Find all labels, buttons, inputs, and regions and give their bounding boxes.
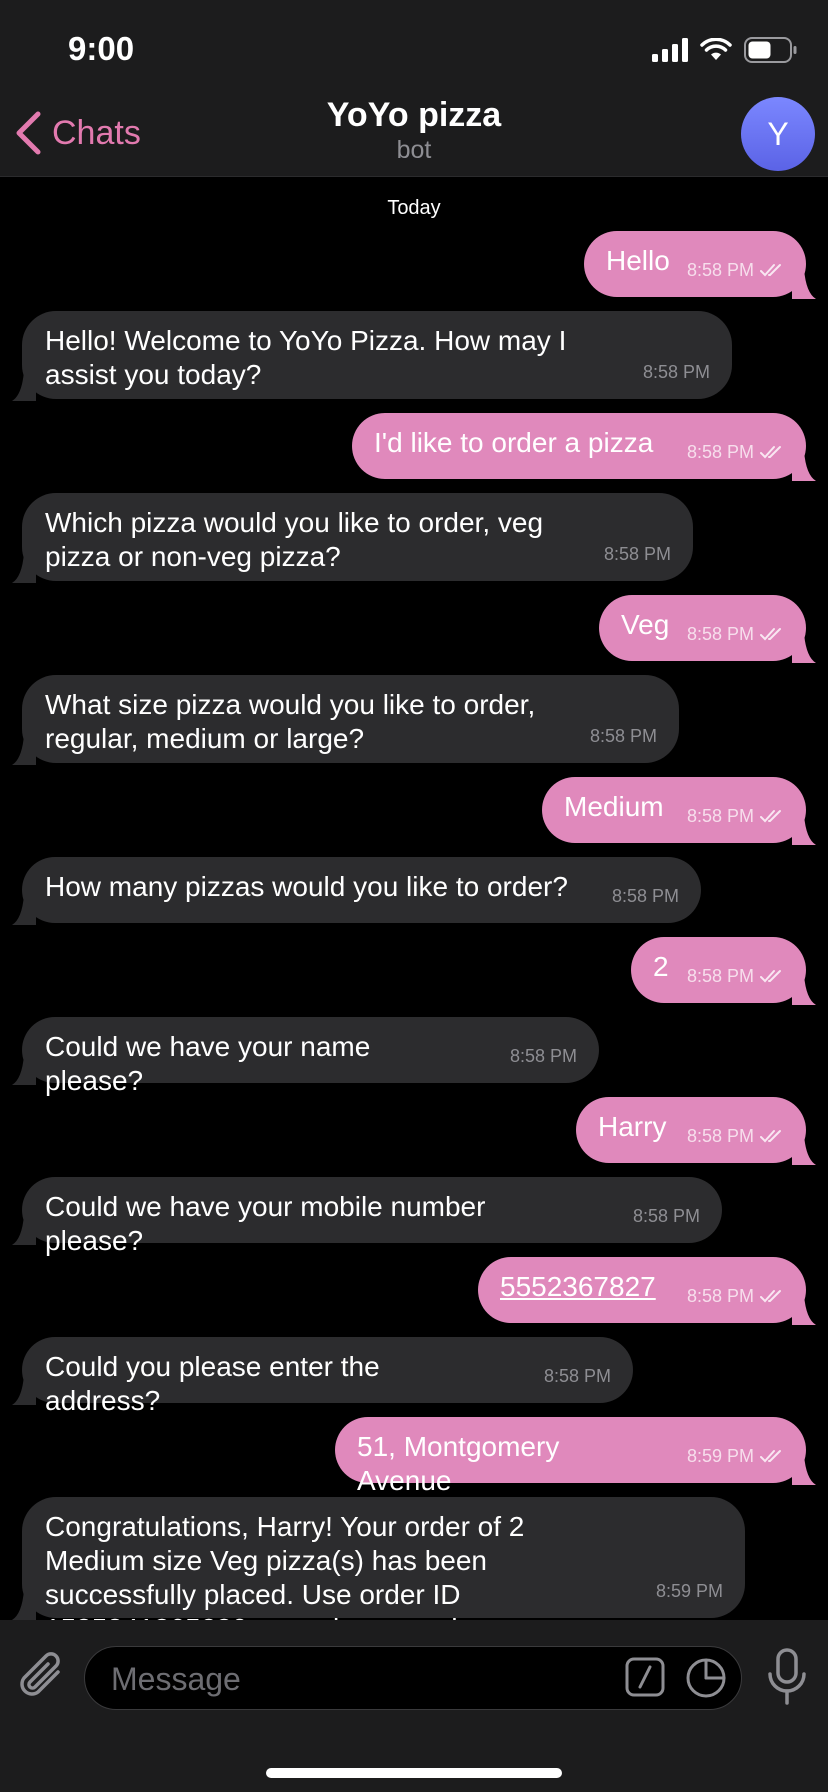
outgoing-message[interactable]: Hello 8:58 PM <box>584 231 816 299</box>
incoming-message[interactable]: Could we have your name please? 8:58 PM <box>12 1017 599 1096</box>
chat-title: YoYo pizza <box>326 96 502 134</box>
slash-command-icon[interactable] <box>625 1657 665 1697</box>
outgoing-message[interactable]: I'd like to order a pizza 8:58 PM <box>352 413 816 481</box>
home-indicator <box>266 1768 562 1778</box>
message-input[interactable]: Message <box>84 1646 742 1710</box>
bubble-tail <box>792 1455 816 1485</box>
outgoing-message[interactable]: Medium 8:58 PM <box>542 777 816 845</box>
message-time: 8:59 PM <box>686 1446 754 1466</box>
message-meta: 8:58 PM <box>604 537 671 571</box>
nav-bar: Chats YoYo pizza bot Y <box>0 90 828 177</box>
bubble-tail <box>12 1215 36 1245</box>
message-time: 8:58 PM <box>603 544 671 564</box>
message-meta: 8:58 PM <box>687 1119 784 1153</box>
message-meta: 8:59 PM <box>687 1439 784 1473</box>
message-meta: 8:58 PM <box>633 1199 700 1233</box>
bubble-tail <box>12 895 36 925</box>
incoming-message[interactable]: Congratulations, Harry! Your order of 2 … <box>12 1497 745 1644</box>
double-check-icon <box>760 264 781 277</box>
bubble-tail <box>792 451 816 481</box>
message-time: 8:59 PM <box>655 1581 723 1601</box>
bubble-tail <box>12 1055 36 1085</box>
bubble-tail <box>12 1375 36 1405</box>
message-meta: 8:58 PM <box>687 959 784 993</box>
message-text: What size pizza would you like to order,… <box>45 689 536 754</box>
bubble-tail <box>12 1590 36 1620</box>
incoming-message[interactable]: Could we have your mobile number please?… <box>12 1177 722 1256</box>
input-bar: Message <box>0 1620 828 1792</box>
message-meta: 8:58 PM <box>612 879 679 913</box>
incoming-message[interactable]: Could you please enter the address? 8:58 … <box>12 1337 633 1416</box>
message-placeholder: Message <box>111 1661 241 1697</box>
message-time: 8:58 PM <box>589 726 657 746</box>
message-text: Hello! Welcome to YoYo Pizza. How may I … <box>45 325 567 390</box>
chat-screen: 9:00 Chats YoYo pizza bot Y Today Hello … <box>0 0 828 1792</box>
message-meta: 8:58 PM <box>643 355 710 389</box>
message-text: Could you please enter the address? <box>45 1351 380 1416</box>
double-check-icon <box>760 810 781 823</box>
message-time: 8:58 PM <box>686 806 754 826</box>
message-time: 8:58 PM <box>686 624 754 644</box>
bubble-tail <box>792 1135 816 1165</box>
message-meta: 8:58 PM <box>687 253 784 287</box>
sticker-icon[interactable] <box>685 1657 727 1699</box>
incoming-message[interactable]: How many pizzas would you like to order?… <box>12 857 701 925</box>
message-time: 8:58 PM <box>611 886 679 906</box>
message-time: 8:58 PM <box>686 966 754 986</box>
bubble-tail <box>792 269 816 299</box>
bubble-tail <box>792 633 816 663</box>
message-meta: 8:58 PM <box>687 435 784 469</box>
message-time: 8:58 PM <box>686 260 754 280</box>
status-time: 9:00 <box>68 30 135 67</box>
bubble-tail <box>792 815 816 845</box>
bubble-tail <box>792 975 816 1005</box>
message-time: 8:58 PM <box>642 362 710 382</box>
bubble-tail <box>12 553 36 583</box>
incoming-message[interactable]: What size pizza would you like to order,… <box>12 675 679 765</box>
battery-icon <box>744 37 797 63</box>
message-time: 8:58 PM <box>686 442 754 462</box>
microphone-icon[interactable] <box>766 1648 808 1706</box>
status-icons <box>652 36 798 64</box>
message-time: 8:58 PM <box>686 1286 754 1306</box>
outgoing-message[interactable]: Veg 8:58 PM <box>599 595 816 663</box>
message-time: 8:58 PM <box>543 1366 611 1386</box>
outgoing-message[interactable]: Harry 8:58 PM <box>576 1097 816 1165</box>
message-text: Could we have your name please? <box>45 1031 371 1096</box>
chat-subtitle: bot <box>396 136 432 164</box>
message-meta: 8:58 PM <box>544 1359 611 1393</box>
status-bar: 9:00 <box>0 0 828 90</box>
message-text: How many pizzas would you like to order? <box>45 871 568 902</box>
double-check-icon <box>760 1290 781 1303</box>
message-text: Which pizza would you like to order, veg… <box>45 507 544 572</box>
message-meta: 8:58 PM <box>687 617 784 651</box>
message-time: 8:58 PM <box>632 1206 700 1226</box>
double-check-icon <box>760 446 781 459</box>
outgoing-message[interactable]: 2 8:58 PM <box>631 937 816 1005</box>
outgoing-message[interactable]: 5552367827 8:58 PM <box>478 1257 816 1325</box>
outgoing-message[interactable]: 51, Montgomery Avenue 8:59 PM <box>335 1417 816 1496</box>
double-check-icon <box>760 970 781 983</box>
message-time: 8:58 PM <box>686 1126 754 1146</box>
bubble-tail <box>792 1295 816 1325</box>
incoming-message[interactable]: Hello! Welcome to YoYo Pizza. How may I … <box>12 311 732 401</box>
wifi-icon <box>700 38 732 60</box>
double-check-icon <box>760 628 781 641</box>
message-meta: 8:58 PM <box>510 1039 577 1073</box>
signal-icon <box>652 38 688 62</box>
incoming-message[interactable]: Which pizza would you like to order, veg… <box>12 493 693 583</box>
paperclip-icon[interactable] <box>18 1652 66 1704</box>
date-separator: Today <box>387 197 441 219</box>
message-meta: 8:58 PM <box>590 719 657 753</box>
message-time: 8:58 PM <box>509 1046 577 1066</box>
message-meta: 8:59 PM <box>656 1574 723 1608</box>
message-meta: 8:58 PM <box>687 1279 784 1313</box>
avatar[interactable]: Y <box>741 97 815 171</box>
bubble-tail <box>12 371 36 401</box>
double-check-icon <box>760 1130 781 1143</box>
message-text: Could we have your mobile number please? <box>45 1191 486 1256</box>
bubble-tail <box>12 735 36 765</box>
double-check-icon <box>760 1450 781 1463</box>
message-meta: 8:58 PM <box>687 799 784 833</box>
